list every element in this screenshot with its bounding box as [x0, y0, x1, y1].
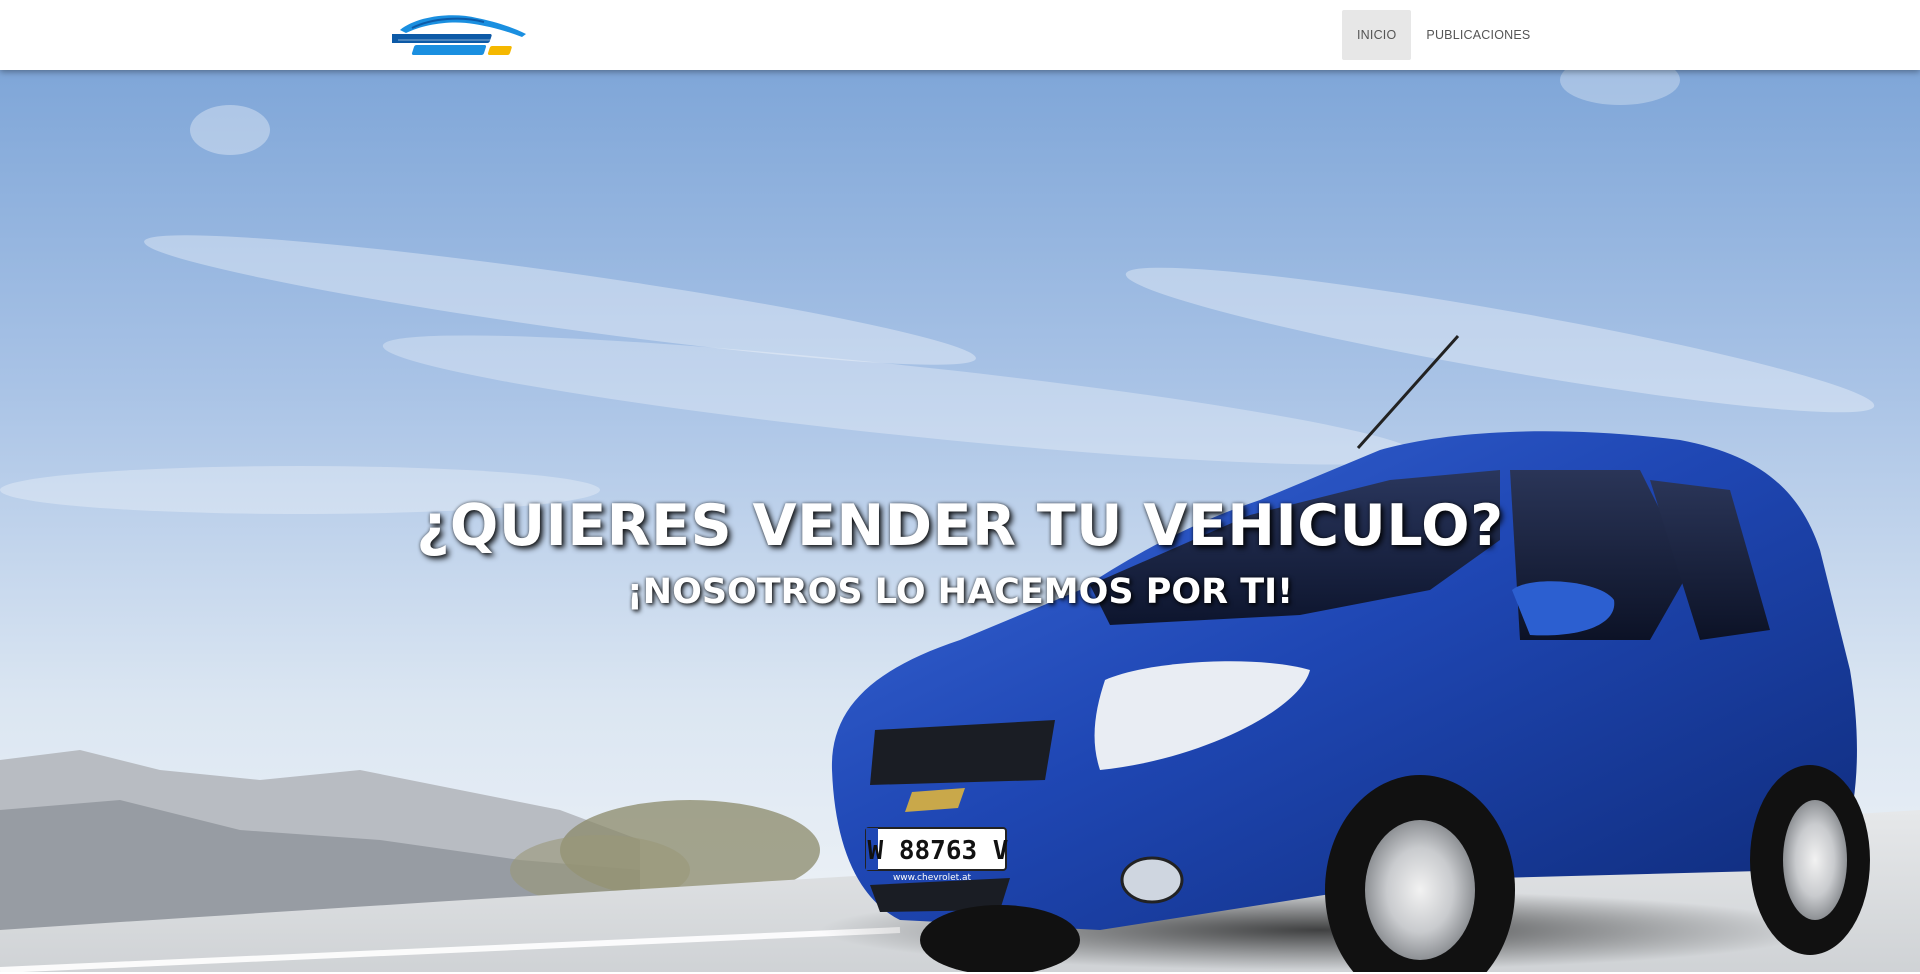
license-plate-text: W 88763 V	[868, 836, 1009, 866]
dealer-plate-text: www.chevrolet.at	[893, 873, 972, 883]
car-silhouette-logo-icon	[392, 15, 526, 55]
main-nav: INICIO PUBLICACIONES	[1342, 10, 1545, 60]
nav-item-inicio[interactable]: INICIO	[1342, 10, 1412, 60]
hero-banner: W 88763 V www.chevrolet.at ¿QUIERES VEND…	[0, 70, 1920, 974]
hero-text-block: ¿QUIERES VENDER TU VEHICULO? ¡NOSOTROS L…	[0, 490, 1920, 618]
brand-logo[interactable]	[392, 10, 532, 60]
hero-subtitle: ¡NOSOTROS LO HACEMOS POR TI!	[626, 572, 1294, 612]
hero-title: ¿QUIERES VENDER TU VEHICULO?	[416, 493, 1504, 559]
top-navbar: INICIO PUBLICACIONES	[0, 0, 1920, 70]
nav-item-publicaciones[interactable]: PUBLICACIONES	[1411, 10, 1545, 60]
